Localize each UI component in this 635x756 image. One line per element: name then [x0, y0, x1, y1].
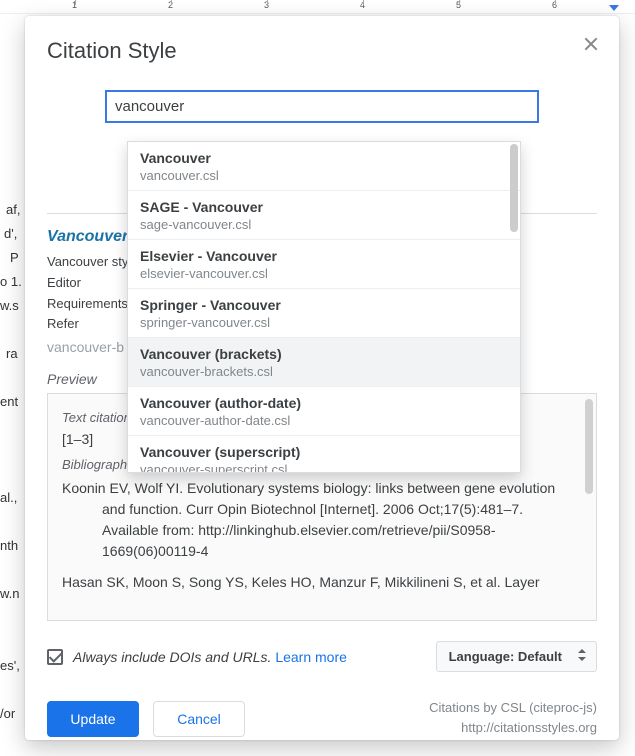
credits-text: Citations by CSL (citeproc-js) http://ci… [429, 698, 597, 737]
autocomplete-item[interactable]: Vancouver vancouver.csl [128, 142, 520, 191]
ruler: 1 2 3 4 5 6 [0, 0, 635, 14]
ruler-mark: 3 [264, 0, 269, 10]
ruler-mark: 6 [552, 0, 557, 10]
autocomplete-item[interactable]: Vancouver (superscript) vancouver-supers… [128, 436, 520, 473]
search-wrap [47, 90, 597, 123]
ruler-mark: 4 [360, 0, 365, 10]
dialog-title: Citation Style [47, 38, 597, 64]
cancel-button[interactable]: Cancel [153, 701, 245, 737]
learn-more-link[interactable]: Learn more [275, 649, 347, 665]
autocomplete-item[interactable]: Elsevier - Vancouver elsevier-vancouver.… [128, 240, 520, 289]
language-select[interactable]: Language: Default [436, 641, 597, 672]
dialog-footer: Update Cancel Citations by CSL (citeproc… [47, 698, 597, 737]
options-row: Always include DOIs and URLs. Learn more… [47, 641, 597, 672]
scrollbar[interactable] [585, 399, 593, 494]
ruler-mark: 1 [72, 0, 77, 10]
autocomplete-item[interactable]: SAGE - Vancouver sage-vancouver.csl [128, 191, 520, 240]
autocomplete-item[interactable]: Springer - Vancouver springer-vancouver.… [128, 289, 520, 338]
include-dois-checkbox[interactable] [47, 649, 63, 665]
citation-style-dialog: Citation Style Vancouver Vancouver style… [25, 16, 619, 740]
scrollbar[interactable] [510, 144, 518, 232]
include-dois-label: Always include DOIs and URLs. Learn more [73, 649, 347, 665]
autocomplete-item[interactable]: Vancouver (brackets) vancouver-brackets.… [128, 338, 520, 387]
ruler-end-marker-icon[interactable] [609, 5, 619, 11]
ruler-mark: 2 [168, 0, 173, 10]
ruler-mark: 5 [456, 0, 461, 10]
autocomplete-dropdown: Vancouver vancouver.csl SAGE - Vancouver… [127, 141, 521, 473]
close-icon[interactable] [581, 34, 601, 54]
style-search-input[interactable] [105, 90, 539, 123]
bibliography-entry: Hasan SK, Moon S, Song YS, Keles HO, Man… [62, 572, 582, 593]
autocomplete-item[interactable]: Vancouver (author-date) vancouver-author… [128, 387, 520, 436]
bibliography-entry: Koonin EV, Wolf YI. Evolutionary systems… [62, 478, 582, 562]
update-button[interactable]: Update [47, 701, 139, 737]
